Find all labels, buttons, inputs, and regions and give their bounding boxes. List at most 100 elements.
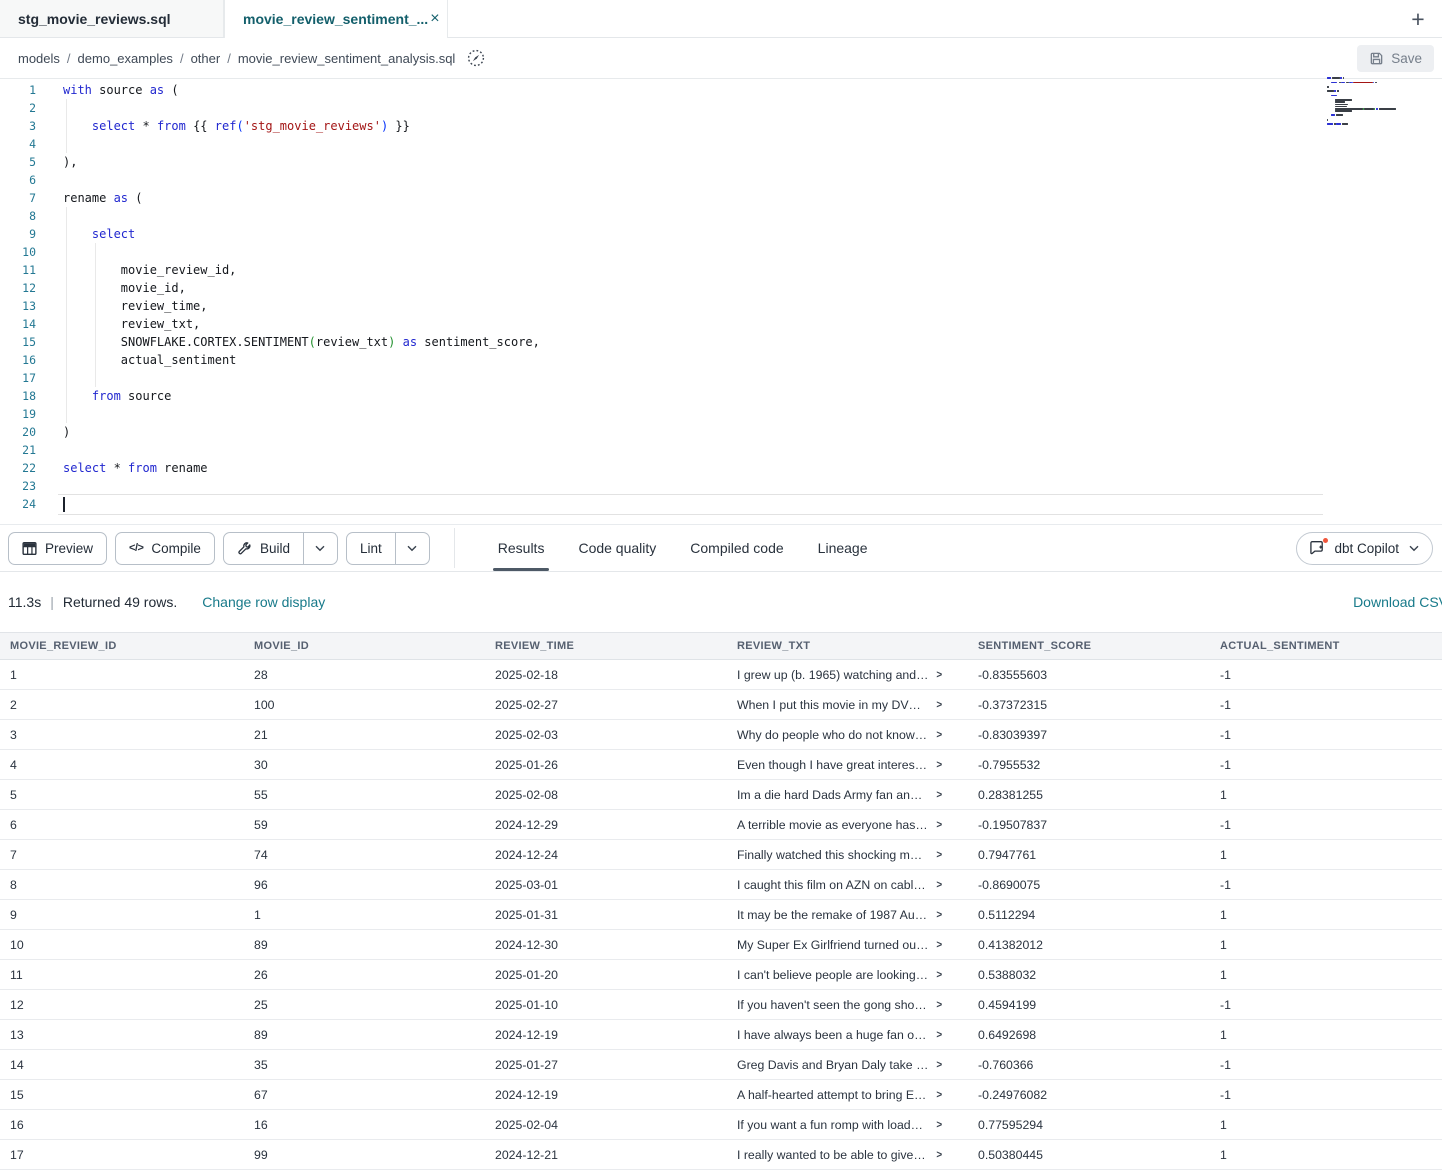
code-line[interactable]: 2 — [0, 99, 1442, 117]
table-cell: -1 — [1210, 878, 1442, 892]
download-csv-link[interactable]: Download CSV — [1353, 594, 1442, 610]
tab-code-quality[interactable]: Code quality — [561, 525, 673, 571]
table-cell: -0.19507837 — [968, 818, 1210, 832]
table-cell: -0.83555603 — [968, 668, 1210, 682]
results-meta-bar: 11.3s | Returned 49 rows. Change row dis… — [0, 572, 1442, 632]
code-line[interactable]: 19 — [0, 405, 1442, 423]
code-line[interactable]: 18 from source — [0, 387, 1442, 405]
save-button[interactable]: Save — [1357, 45, 1434, 72]
code-line[interactable]: 4 — [0, 135, 1442, 153]
table-cell: -1 — [1210, 998, 1442, 1012]
indent-guide — [66, 405, 67, 423]
close-tab-icon[interactable]: × — [428, 9, 441, 29]
table-cell: 89 — [244, 938, 485, 952]
new-tab-button[interactable]: + — [1394, 0, 1442, 38]
editor-minimap[interactable] — [1327, 75, 1405, 130]
expand-row-icon[interactable]: > — [936, 1089, 942, 1101]
preview-table-icon — [22, 541, 37, 556]
expand-row-icon[interactable]: > — [936, 1149, 942, 1161]
lint-button[interactable]: Lint — [346, 532, 396, 565]
code-text: select * from {{ ref('stg_movie_reviews'… — [63, 117, 410, 135]
table-row: 5552025-02-08Im a die hard Dads Army fan… — [0, 780, 1442, 810]
code-line[interactable]: 8 — [0, 207, 1442, 225]
code-line[interactable]: 10 — [0, 243, 1442, 261]
compass-icon[interactable] — [466, 48, 486, 68]
code-text: movie_review_id, — [63, 261, 236, 279]
build-button[interactable]: Build — [223, 532, 304, 565]
table-cell: 2025-02-18 — [485, 668, 727, 682]
expand-row-icon[interactable]: > — [936, 849, 942, 861]
lint-dropdown-button[interactable] — [396, 532, 430, 565]
cell-review-txt: Even though I have great interest in Bi.… — [727, 758, 968, 772]
table-cell: 9 — [0, 908, 244, 922]
code-line[interactable]: 1with source as ( — [0, 81, 1442, 99]
code-line[interactable]: 14 review_txt, — [0, 315, 1442, 333]
expand-row-icon[interactable]: > — [936, 669, 942, 681]
expand-row-icon[interactable]: > — [936, 1119, 942, 1131]
code-line[interactable]: 9 select — [0, 225, 1442, 243]
change-row-display-link[interactable]: Change row display — [202, 594, 325, 610]
code-line[interactable]: 13 review_time, — [0, 297, 1442, 315]
code-line[interactable]: 20) — [0, 423, 1442, 441]
expand-row-icon[interactable]: > — [936, 1029, 942, 1041]
expand-row-icon[interactable]: > — [936, 819, 942, 831]
expand-row-icon[interactable]: > — [936, 1059, 942, 1071]
code-line[interactable]: 22select * from rename — [0, 459, 1442, 477]
table-row: 7742024-12-24Finally watched this shocki… — [0, 840, 1442, 870]
breadcrumb-part: demo_examples — [78, 51, 173, 66]
code-line[interactable]: 6 — [0, 171, 1442, 189]
table-cell: -0.24976082 — [968, 1088, 1210, 1102]
build-button-group: Build — [223, 532, 338, 565]
expand-row-icon[interactable]: > — [936, 909, 942, 921]
table-row: 10892024-12-30My Super Ex Girlfriend tur… — [0, 930, 1442, 960]
code-line[interactable]: 16 actual_sentiment — [0, 351, 1442, 369]
results-tab-strip: Results Code quality Compiled code Linea… — [481, 525, 885, 571]
code-line[interactable]: 5), — [0, 153, 1442, 171]
tab-compiled-code[interactable]: Compiled code — [673, 525, 800, 571]
code-text: select * from rename — [63, 459, 208, 477]
tab-movie-review-sentiment[interactable]: movie_review_sentiment_... × — [224, 0, 448, 38]
expand-row-icon[interactable]: > — [936, 789, 942, 801]
code-line[interactable]: 7rename as ( — [0, 189, 1442, 207]
tab-results[interactable]: Results — [481, 525, 562, 571]
preview-button[interactable]: Preview — [8, 532, 107, 565]
table-cell: 0.5112294 — [968, 908, 1210, 922]
expand-row-icon[interactable]: > — [936, 759, 942, 771]
code-line[interactable]: 24 — [0, 495, 1442, 513]
code-line[interactable]: 3 select * from {{ ref('stg_movie_review… — [0, 117, 1442, 135]
table-row: 3212025-02-03Why do people who do not kn… — [0, 720, 1442, 750]
tab-stg-movie-reviews[interactable]: stg_movie_reviews.sql — [0, 0, 224, 38]
compile-button[interactable]: </> Compile — [115, 532, 215, 565]
table-cell: 16 — [0, 1118, 244, 1132]
code-line[interactable]: 21 — [0, 441, 1442, 459]
expand-row-icon[interactable]: > — [936, 999, 942, 1011]
table-cell: 59 — [244, 818, 485, 832]
results-toolbar: Preview </> Compile Build Lint — [0, 525, 1442, 572]
tab-label: stg_movie_reviews.sql — [18, 11, 171, 27]
build-dropdown-button[interactable] — [304, 532, 338, 565]
expand-row-icon[interactable]: > — [936, 879, 942, 891]
tab-lineage[interactable]: Lineage — [801, 525, 885, 571]
expand-row-icon[interactable]: > — [936, 729, 942, 741]
query-duration: 11.3s — [8, 594, 41, 610]
cell-review-txt: I can't believe people are looking for a… — [727, 968, 968, 982]
expand-row-icon[interactable]: > — [936, 939, 942, 951]
code-line[interactable]: 12 movie_id, — [0, 279, 1442, 297]
expand-row-icon[interactable]: > — [936, 969, 942, 981]
code-line[interactable]: 15 SNOWFLAKE.CORTEX.SENTIMENT(review_txt… — [0, 333, 1442, 351]
table-cell: 2025-01-26 — [485, 758, 727, 772]
dbt-copilot-button[interactable]: dbt Copilot — [1296, 532, 1433, 565]
code-editor[interactable]: 1with source as (23 select * from {{ ref… — [0, 79, 1442, 525]
code-line[interactable]: 11 movie_review_id, — [0, 261, 1442, 279]
code-line[interactable]: 17 — [0, 369, 1442, 387]
code-line[interactable]: 23 — [0, 477, 1442, 495]
cell-review-txt: A terrible movie as everyone has said. .… — [727, 818, 968, 832]
expand-row-icon[interactable]: > — [936, 699, 942, 711]
indent-guide — [66, 369, 67, 387]
column-header: ACTUAL_SENTIMENT — [1210, 640, 1442, 652]
table-cell: 0.5388032 — [968, 968, 1210, 982]
table-cell: -0.83039397 — [968, 728, 1210, 742]
indent-guide — [66, 243, 67, 261]
code-text: review_time, — [63, 297, 208, 315]
line-number: 19 — [0, 405, 36, 423]
